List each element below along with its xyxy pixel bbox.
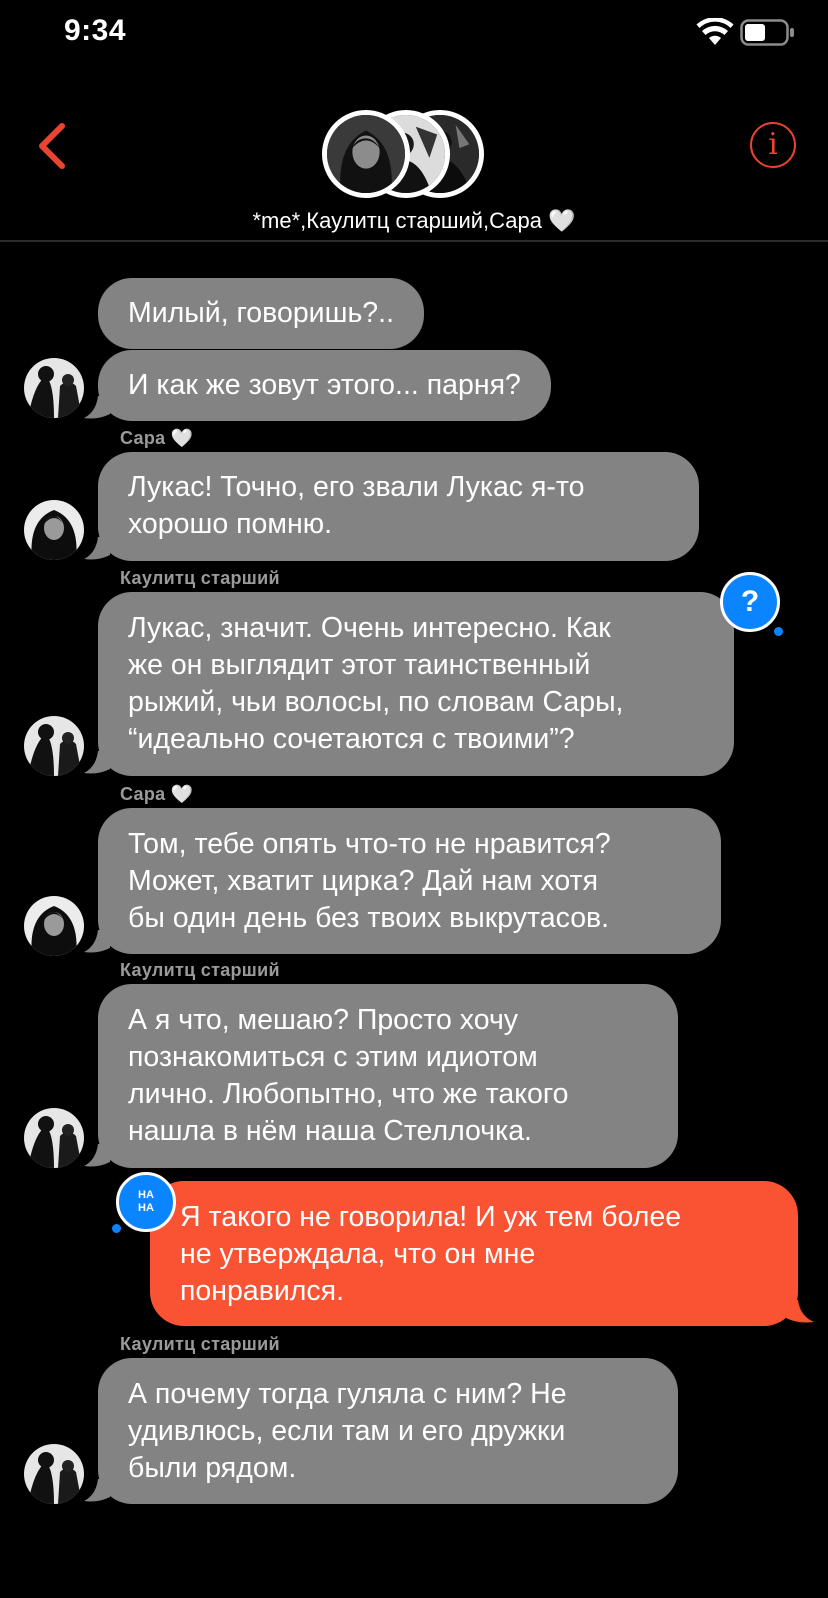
group-avatars[interactable]: [322, 110, 492, 202]
message-text: Лукас! Точно, его звали Лукас я-то хорош…: [128, 471, 585, 540]
message-bubble[interactable]: Милый, говоришь?..: [98, 278, 424, 349]
message-text: А я что, мешаю? Просто хочу познакомитьс…: [128, 1004, 569, 1147]
sender-name: Сара 🤍: [120, 784, 194, 804]
reaction-dot: [112, 1224, 121, 1233]
message-text: Я такого не говорила! И уж тем более не …: [180, 1201, 682, 1307]
message-bubble[interactable]: И как же зовут этого... парня?: [98, 350, 551, 421]
wifi-icon: [696, 18, 734, 45]
avatar-kaulitz[interactable]: [24, 1108, 84, 1168]
sender-name: Каулитц старший: [120, 1334, 280, 1354]
message-bubble[interactable]: Лукас! Точно, его звали Лукас я-то хорош…: [98, 452, 699, 561]
message-bubble[interactable]: Том, тебе опять что-то не нравится? Може…: [98, 808, 721, 954]
sender-name: Каулитц старший: [120, 568, 280, 588]
message-text: А почему тогда гуляла с ним? Не удивлюсь…: [128, 1378, 567, 1484]
message-text: Милый, говоришь?..: [128, 297, 394, 329]
question-reaction-icon[interactable]: ?: [720, 572, 780, 632]
group-title[interactable]: *me*,Каулитц старший,Сара 🤍: [0, 208, 828, 234]
message-text: Лукас, значит. Очень интересно. Как же о…: [128, 612, 624, 755]
conversation-header: *me*,Каулитц старший,Сара 🤍: [0, 70, 828, 242]
status-bar: 9:34: [0, 0, 828, 70]
avatar-kaulitz[interactable]: [24, 716, 84, 776]
message-bubble[interactable]: Лукас, значит. Очень интересно. Как же о…: [98, 592, 734, 776]
avatar-kaulitz[interactable]: [24, 1444, 84, 1504]
avatar-sara[interactable]: [24, 896, 84, 956]
battery-icon: [740, 19, 794, 46]
message-bubble[interactable]: А почему тогда гуляла с ним? Не удивлюсь…: [98, 1358, 678, 1504]
haha-reaction-icon[interactable]: HA HA: [116, 1172, 176, 1232]
info-icon[interactable]: i: [750, 122, 796, 168]
reaction-label: HA HA: [138, 1189, 154, 1214]
sender-name: Каулитц старший: [120, 960, 280, 980]
sender-name: Сара 🤍: [120, 428, 194, 448]
avatar-kaulitz[interactable]: [24, 358, 84, 418]
message-text: Том, тебе опять что-то не нравится? Може…: [128, 828, 611, 934]
reaction-label: ?: [740, 585, 760, 618]
back-chevron-icon[interactable]: [30, 120, 74, 172]
message-bubble-outgoing[interactable]: Я такого не говорила! И уж тем более не …: [150, 1181, 798, 1326]
group-avatar-1: [322, 110, 410, 198]
avatar-sara[interactable]: [24, 500, 84, 560]
message-text: И как же зовут этого... парня?: [128, 369, 521, 401]
reaction-dot: [774, 627, 783, 636]
status-time: 9:34: [64, 14, 127, 47]
message-bubble[interactable]: А я что, мешаю? Просто хочу познакомитьс…: [98, 984, 678, 1168]
